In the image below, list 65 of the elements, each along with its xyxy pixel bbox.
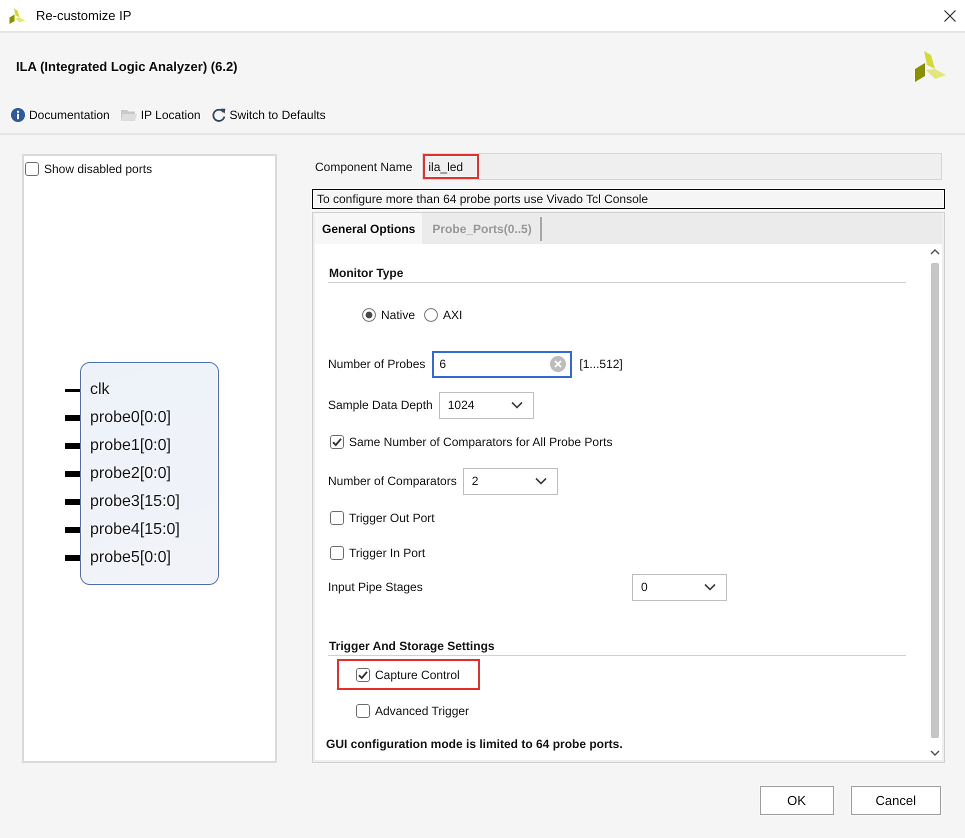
scroll-down-icon[interactable] <box>930 750 940 757</box>
radio-button[interactable] <box>424 308 438 322</box>
port-pin-icon <box>65 555 80 561</box>
field-label: Number of Comparators <box>328 474 457 488</box>
checkbox-label: Show disabled ports <box>44 162 152 176</box>
chevron-down-icon <box>510 401 523 409</box>
number-field[interactable]: 6 <box>432 350 572 378</box>
ip-title: ILA (Integrated Logic Analyzer) (6.2) <box>16 58 238 74</box>
checkbox-label: Advanced Trigger <box>375 704 470 718</box>
checkbox-label: Trigger In Port <box>349 546 426 560</box>
checkbox-label: Capture Control <box>375 668 460 682</box>
port-label: probe0[0:0] <box>90 409 171 427</box>
app-logo-icon <box>9 8 25 24</box>
port-label: probe4[15:0] <box>90 521 180 539</box>
checkbox[interactable] <box>356 704 370 718</box>
info-icon <box>11 108 25 122</box>
checkbox[interactable] <box>356 668 370 682</box>
tab[interactable]: General Options <box>315 213 422 244</box>
field-label: Component Name <box>315 160 412 174</box>
toolbar-link[interactable]: IP Location <box>120 108 201 122</box>
checkbox[interactable] <box>330 546 344 560</box>
port-pin-icon <box>65 527 80 533</box>
field-label: Number of Probes <box>328 357 426 371</box>
field-label: Sample Data Depth <box>328 398 433 412</box>
radio-label: AXI <box>443 308 462 322</box>
radio-button[interactable] <box>362 308 376 322</box>
info-note: GUI configuration mode is limited to 64 probe ports. <box>326 736 624 753</box>
range-hint: [1...512] <box>579 357 623 371</box>
refresh-icon <box>212 108 226 122</box>
toolbar-link[interactable]: Documentation <box>11 108 110 122</box>
checkbox-label: Trigger Out Port <box>349 511 435 525</box>
port-pin-icon <box>65 471 80 477</box>
dropdown[interactable]: 2 <box>462 468 558 494</box>
port-pin-icon <box>65 388 80 392</box>
port-pin-icon <box>65 415 80 421</box>
dropdown[interactable]: 1024 <box>438 392 534 418</box>
field-label: Input Pipe Stages <box>328 580 424 594</box>
checkbox[interactable] <box>25 162 39 176</box>
app-logo-icon <box>914 50 946 82</box>
toolbar-link[interactable]: Switch to Defaults <box>212 108 326 122</box>
component-name-field[interactable]: ila_led <box>422 153 942 180</box>
checkbox-label: Same Number of Comparators for All Probe Ports <box>349 435 612 449</box>
port-label: probe5[0:0] <box>90 549 171 567</box>
port-label: probe2[0:0] <box>90 465 171 483</box>
checkbox[interactable] <box>330 511 344 525</box>
dialog-button[interactable]: Cancel <box>850 786 941 815</box>
port-label: probe1[0:0] <box>90 437 171 455</box>
close-icon[interactable] <box>944 10 956 22</box>
chevron-down-icon <box>534 477 547 485</box>
section-title: Monitor Type <box>328 264 906 283</box>
window-title: Re-customize IP <box>36 8 132 23</box>
scrollbar-thumb[interactable] <box>930 263 938 738</box>
dialog-button[interactable]: OK <box>760 786 834 815</box>
scroll-up-icon[interactable] <box>930 248 940 255</box>
radio-label: Native <box>381 308 416 322</box>
checkbox[interactable] <box>330 435 344 449</box>
chevron-down-icon <box>704 583 716 591</box>
port-label: clk <box>90 381 110 399</box>
section-title: Trigger And Storage Settings <box>328 637 906 656</box>
port-label: probe3[15:0] <box>90 493 180 511</box>
port-pin-icon <box>65 499 80 505</box>
folder-icon <box>120 108 137 122</box>
port-pin-icon <box>65 443 80 449</box>
dropdown[interactable]: 0 <box>632 574 727 600</box>
notice-box: To configure more than 64 probe ports use Vivado Tcl Console <box>312 189 945 209</box>
